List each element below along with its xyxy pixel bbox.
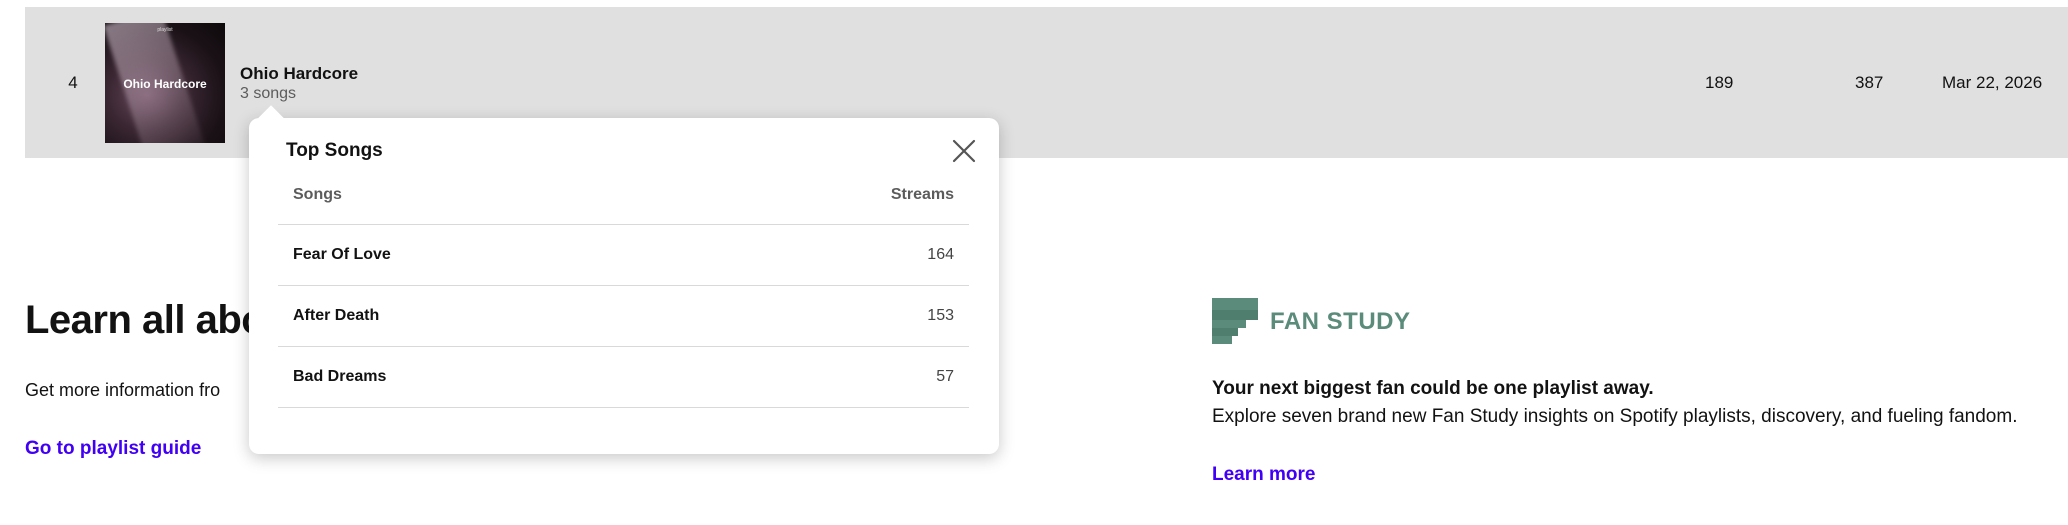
popover-title: Top Songs bbox=[286, 140, 383, 161]
table-row: Bad Dreams 57 bbox=[278, 346, 969, 408]
row-date: Mar 22, 2026 bbox=[1942, 73, 2043, 92]
song-streams: 164 bbox=[677, 224, 969, 286]
table-row: After Death 153 bbox=[278, 285, 969, 347]
row-rank: 4 bbox=[68, 73, 78, 92]
fan-study-wordmark: FAN STUDY bbox=[1270, 308, 1411, 335]
close-icon[interactable] bbox=[949, 136, 979, 166]
table-header-row: Songs Streams bbox=[278, 166, 969, 225]
table-row: Fear Of Love 164 bbox=[278, 224, 969, 286]
cover-small-text: playlist bbox=[157, 27, 173, 33]
fan-study-logo-icon bbox=[1212, 298, 1258, 344]
column-header-streams: Streams bbox=[677, 166, 969, 225]
row-stat-1: 189 bbox=[1705, 73, 1734, 92]
top-songs-popover: Top Songs Songs Streams Fear Of Love 164… bbox=[249, 105, 999, 454]
learn-subtitle: Get more information fro bbox=[25, 380, 221, 400]
playlist-cover-image[interactable]: playlist Ohio Hardcore bbox=[105, 23, 225, 143]
learn-more-link[interactable]: Learn more bbox=[1212, 464, 1315, 486]
column-header-songs: Songs bbox=[278, 166, 678, 225]
row-stat-2: 387 bbox=[1855, 73, 1884, 92]
song-title: Fear Of Love bbox=[278, 224, 678, 286]
learn-heading: Learn all abo bbox=[25, 298, 266, 342]
top-songs-table: Songs Streams Fear Of Love 164 After Dea… bbox=[278, 166, 969, 408]
playlist-song-count[interactable]: 3 songs bbox=[240, 85, 296, 103]
playlist-name[interactable]: Ohio Hardcore bbox=[240, 64, 358, 84]
playlist-guide-link[interactable]: Go to playlist guide bbox=[25, 438, 201, 460]
song-title: Bad Dreams bbox=[278, 346, 678, 408]
song-streams: 153 bbox=[677, 285, 969, 347]
song-title: After Death bbox=[278, 285, 678, 347]
fan-study-description: Explore seven brand new Fan Study insigh… bbox=[1212, 406, 2018, 427]
cover-title: Ohio Hardcore bbox=[123, 77, 207, 91]
song-streams: 57 bbox=[677, 346, 969, 408]
fan-study-headline: Your next biggest fan could be one playl… bbox=[1212, 378, 1654, 399]
